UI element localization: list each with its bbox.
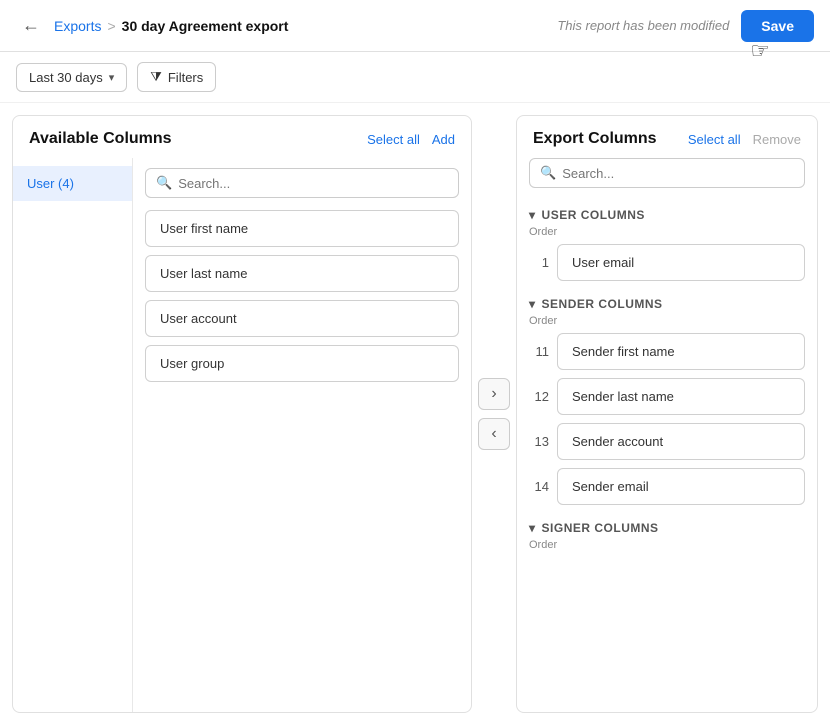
table-row: 1 User email <box>529 244 805 281</box>
header-left: ← Exports > 30 day Agreement export <box>16 13 288 38</box>
transfer-forward-button[interactable]: › <box>478 378 510 410</box>
filter-icon: ⧩ <box>150 69 162 85</box>
breadcrumb: Exports > 30 day Agreement export <box>54 18 288 34</box>
breadcrumb-separator: > <box>107 18 115 34</box>
toolbar: Last 30 days ▾ ⧩ Filters <box>0 52 830 103</box>
list-item: User account <box>145 300 459 337</box>
signer-columns-order-label: Order <box>529 539 805 551</box>
breadcrumb-current: 30 day Agreement export <box>122 18 289 34</box>
user-columns-order-label: Order <box>529 226 805 238</box>
order-number: 12 <box>529 389 549 404</box>
available-panel-actions: Select all Add <box>367 132 455 147</box>
filters-button[interactable]: ⧩ Filters <box>137 62 216 92</box>
transfer-backward-button[interactable]: ‹ <box>478 418 510 450</box>
chevron-left-icon: ‹ <box>491 425 496 443</box>
available-panel-header: Available Columns Select all Add <box>13 116 471 158</box>
transfer-buttons: › ‹ <box>472 103 516 725</box>
list-item: User first name <box>145 210 459 247</box>
export-panel-actions: Select all Remove <box>688 132 801 147</box>
user-columns-section-header: ▾ USER COLUMNS <box>529 208 805 222</box>
signer-columns-label: SIGNER COLUMNS <box>542 521 659 535</box>
available-select-all-button[interactable]: Select all <box>367 132 420 147</box>
search-icon: 🔍 <box>156 175 172 191</box>
export-column-item: Sender account <box>557 423 805 460</box>
available-panel-body: User (4) 🔍 User first name User last nam… <box>13 158 471 712</box>
date-range-label: Last 30 days <box>29 70 103 85</box>
sender-columns-label: SENDER COLUMNS <box>542 297 663 311</box>
chevron-down-icon[interactable]: ▾ <box>529 208 536 222</box>
list-item: User last name <box>145 255 459 292</box>
filters-label: Filters <box>168 70 203 85</box>
breadcrumb-parent[interactable]: Exports <box>54 18 101 34</box>
order-number: 13 <box>529 434 549 449</box>
chevron-down-icon[interactable]: ▾ <box>529 521 536 535</box>
export-column-item: Sender email <box>557 468 805 505</box>
available-search-box[interactable]: 🔍 <box>145 168 459 198</box>
order-number: 11 <box>529 344 549 359</box>
sender-columns-order-label: Order <box>529 315 805 327</box>
table-row: 11 Sender first name <box>529 333 805 370</box>
export-panel-header: Export Columns Select all Remove <box>517 116 817 158</box>
export-search-input[interactable] <box>562 166 794 181</box>
order-number: 14 <box>529 479 549 494</box>
chevron-down-icon[interactable]: ▾ <box>529 297 536 311</box>
export-columns-panel: Export Columns Select all Remove 🔍 ▾ USE… <box>516 115 818 713</box>
main-layout: Available Columns Select all Add User (4… <box>0 103 830 725</box>
back-button[interactable]: ← <box>16 13 46 38</box>
export-column-item: User email <box>557 244 805 281</box>
chevron-right-icon: › <box>491 385 496 403</box>
header: ← Exports > 30 day Agreement export This… <box>0 0 830 52</box>
table-row: 13 Sender account <box>529 423 805 460</box>
available-panel-title: Available Columns <box>29 130 172 148</box>
modified-notice: This report has been modified <box>557 18 729 33</box>
category-sidebar: User (4) <box>13 158 133 712</box>
export-select-all-button[interactable]: Select all <box>688 132 741 147</box>
signer-columns-section-header: ▾ SIGNER COLUMNS <box>529 521 805 535</box>
chevron-down-icon: ▾ <box>109 71 115 84</box>
date-range-dropdown[interactable]: Last 30 days ▾ <box>16 63 127 92</box>
available-columns-panel: Available Columns Select all Add User (4… <box>12 115 472 713</box>
export-remove-button[interactable]: Remove <box>753 132 801 147</box>
export-panel-body: 🔍 ▾ USER COLUMNS Order 1 User email ▾ SE… <box>517 158 817 712</box>
save-button[interactable]: Save <box>741 10 814 42</box>
search-icon: 🔍 <box>540 165 556 181</box>
export-column-item: Sender first name <box>557 333 805 370</box>
export-panel-title: Export Columns <box>533 130 657 148</box>
table-row: 14 Sender email <box>529 468 805 505</box>
header-right: This report has been modified Save <box>557 10 814 42</box>
available-search-input[interactable] <box>178 176 448 191</box>
order-number: 1 <box>529 255 549 270</box>
export-search-box[interactable]: 🔍 <box>529 158 805 188</box>
category-item-user[interactable]: User (4) <box>13 166 132 201</box>
list-item: User group <box>145 345 459 382</box>
sender-columns-section-header: ▾ SENDER COLUMNS <box>529 297 805 311</box>
column-list-area: 🔍 User first name User last name User ac… <box>133 158 471 712</box>
export-column-item: Sender last name <box>557 378 805 415</box>
available-add-button[interactable]: Add <box>432 132 455 147</box>
table-row: 12 Sender last name <box>529 378 805 415</box>
user-columns-label: USER COLUMNS <box>542 208 645 222</box>
